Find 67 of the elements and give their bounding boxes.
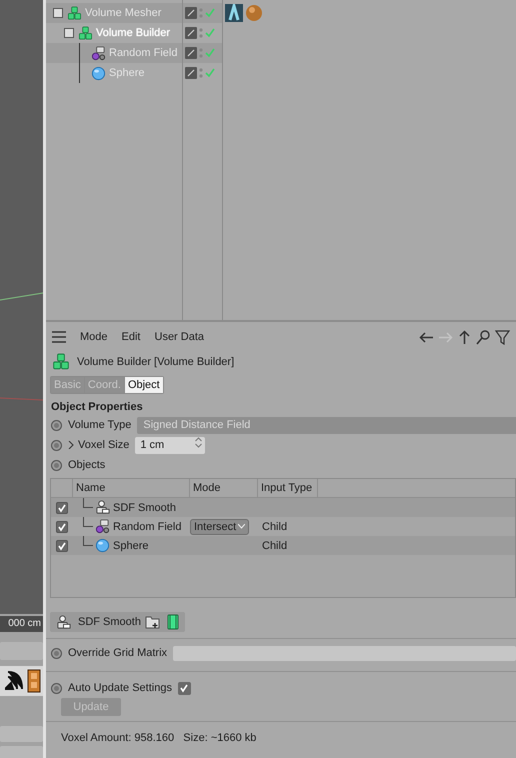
column-header[interactable]: Name xyxy=(73,479,190,497)
column-header[interactable]: Input Type xyxy=(258,479,318,497)
expand-toggle[interactable] xyxy=(64,28,74,38)
spinner-field[interactable] xyxy=(0,642,43,660)
sphere-icon xyxy=(95,538,110,553)
smooth-icon xyxy=(95,500,110,515)
matrix-field[interactable] xyxy=(173,646,516,660)
field-label: Auto Update Settings xyxy=(68,682,172,694)
field-icon xyxy=(91,46,106,60)
expand-toggle[interactable] xyxy=(53,8,63,18)
search-icon[interactable] xyxy=(476,330,491,344)
edit-icon[interactable] xyxy=(185,67,197,79)
film-icon[interactable] xyxy=(25,669,43,693)
object-chip[interactable]: SDF Smooth xyxy=(50,612,185,632)
cubes-icon xyxy=(52,353,70,371)
edit-icon[interactable] xyxy=(185,7,197,19)
coordinate-field[interactable]: 000 cm xyxy=(0,616,43,632)
table-cell-text: Child xyxy=(261,540,288,552)
menu-icon[interactable] xyxy=(52,331,66,343)
section-heading: Object Properties xyxy=(50,400,144,415)
voxel-info: Voxel Amount: 958.160 Size: ~1660 kb xyxy=(46,721,516,744)
table-cell[interactable]: SDF Smooth xyxy=(113,502,176,514)
table-cell[interactable]: Random Field xyxy=(113,520,182,532)
checkbox[interactable] xyxy=(56,540,68,552)
checkbox[interactable] xyxy=(56,502,68,514)
field-label: Volume Type xyxy=(68,419,132,431)
object-title: Volume Builder [Volume Builder] xyxy=(77,356,234,368)
field-icon xyxy=(95,519,110,534)
caret-icon xyxy=(238,524,246,529)
menu-item[interactable]: Mode xyxy=(80,331,108,343)
keyframe-radio[interactable] xyxy=(51,460,62,470)
up-arrow-icon[interactable] xyxy=(457,330,472,344)
material-tag-icon[interactable] xyxy=(225,4,243,22)
menu-item[interactable]: Edit xyxy=(122,331,140,343)
signal-icon[interactable] xyxy=(5,669,23,693)
keyframe-radio[interactable] xyxy=(51,440,62,450)
input-field[interactable] xyxy=(0,726,43,742)
checkbox[interactable] xyxy=(178,682,191,694)
visibility-dots-icon[interactable] xyxy=(199,27,203,39)
filter-icon[interactable] xyxy=(495,330,510,344)
column-header[interactable]: Mode xyxy=(190,479,258,497)
keyframe-radio[interactable] xyxy=(51,682,62,694)
field-label: Objects xyxy=(68,459,106,471)
table-cell-text: Child xyxy=(261,520,288,532)
edit-icon[interactable] xyxy=(185,27,197,39)
chevron-icon[interactable] xyxy=(68,441,74,449)
voxel-size-field[interactable]: 1 cm xyxy=(135,436,206,454)
cubes-icon xyxy=(67,6,82,20)
folder-add-icon[interactable] xyxy=(144,614,161,630)
cubes-icon xyxy=(78,26,93,40)
checkbox[interactable] xyxy=(56,520,68,532)
spinner-arrows-icon[interactable] xyxy=(195,436,202,448)
table-cell[interactable]: Sphere xyxy=(113,540,148,552)
visibility-dots-icon[interactable] xyxy=(199,67,203,79)
keyframe-radio[interactable] xyxy=(51,648,62,658)
tab[interactable]: Object xyxy=(124,377,163,393)
field-label: Voxel Size xyxy=(78,439,130,451)
input-field[interactable] xyxy=(0,746,43,758)
field-label: Override Grid Matrix xyxy=(68,647,168,659)
keyframe-radio[interactable] xyxy=(51,420,62,430)
menu-item[interactable]: User Data xyxy=(154,331,204,343)
sphere-icon xyxy=(91,66,106,80)
edit-icon[interactable] xyxy=(185,47,197,59)
chip-icon[interactable] xyxy=(164,614,181,630)
mode-dropdown[interactable]: Intersect xyxy=(190,518,250,534)
back-arrow-icon[interactable] xyxy=(419,330,434,344)
smooth-icon xyxy=(56,614,71,630)
